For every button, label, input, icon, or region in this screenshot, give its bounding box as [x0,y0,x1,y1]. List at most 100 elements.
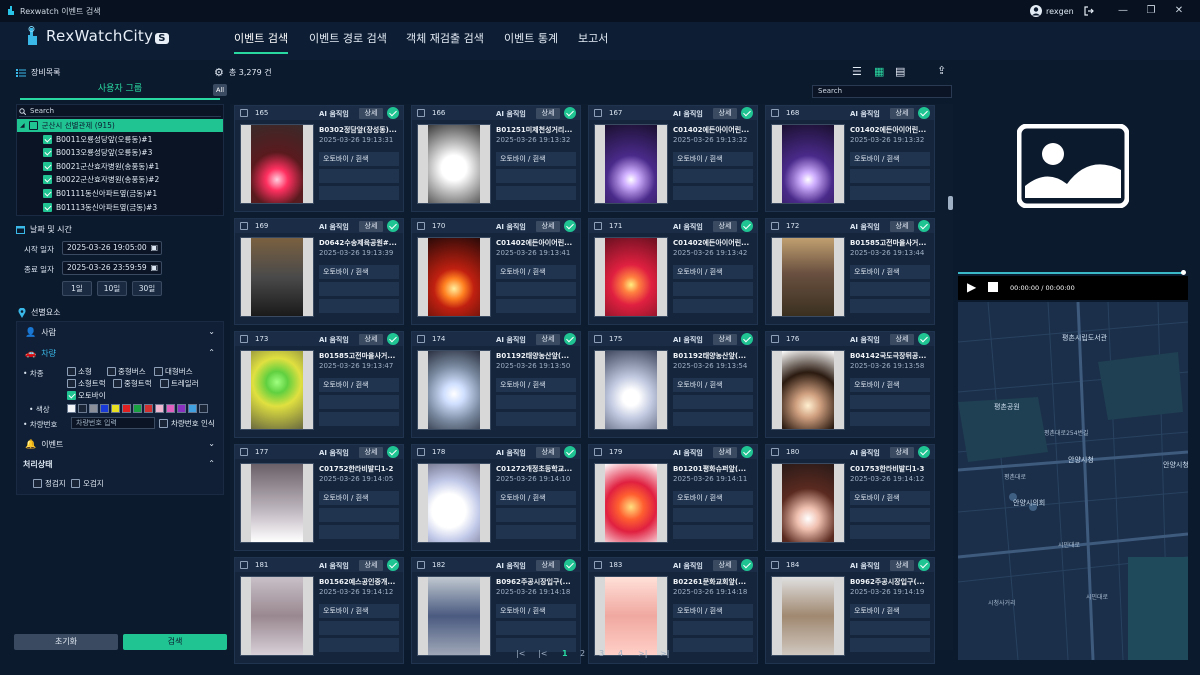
card-checkbox[interactable] [594,448,602,456]
tree-search[interactable]: Search [19,106,221,117]
card-thumbnail[interactable] [240,237,314,317]
card-thumbnail[interactable] [771,576,845,656]
card-thumbnail[interactable] [771,463,845,543]
grid-view-icon[interactable]: ▦ [874,65,884,78]
event-card[interactable]: 169 AI 움직임 상세 D0642수송제육공원#... 2025-03-26 19:… [234,218,404,325]
card-detail-button[interactable]: 상세 [536,221,560,232]
tree-item-checkbox[interactable] [43,189,52,198]
event-card[interactable]: 176 AI 움직임 상세 B04142국도극장뒤공... 2025-03-26 19:… [765,331,935,438]
card-checkbox[interactable] [771,448,779,456]
card-checkbox[interactable] [594,222,602,230]
card-detail-button[interactable]: 상세 [890,560,914,571]
card-detail-button[interactable]: 상세 [536,560,560,571]
tree-collapse-icon[interactable]: ◢ [20,122,25,129]
card-checkbox[interactable] [417,335,425,343]
card-thumbnail[interactable] [417,124,491,204]
card-thumbnail[interactable] [771,237,845,317]
calendar-picker-icon[interactable]: ▣ [150,262,158,274]
stop-icon[interactable] [988,282,998,292]
card-thumbnail[interactable] [240,576,314,656]
event-card[interactable]: 166 AI 움직임 상세 B01251미제천성거리... 2025-03-26 19:… [411,105,581,212]
prev-page-icon[interactable]: |< [538,649,547,658]
page-1[interactable]: 1 [562,649,568,658]
map-view[interactable]: 평촌시립도서관 평촌공원 평촌대로254번길 안양시청 안양시청 평촌대로 시민… [958,302,1188,660]
event-card[interactable]: 173 AI 움직임 상세 B01585고전마을사거... 2025-03-26 19:… [234,331,404,438]
card-checkbox[interactable] [240,222,248,230]
card-detail-button[interactable]: 상세 [359,108,383,119]
card-detail-button[interactable]: 상세 [359,334,383,345]
event-filter-row[interactable]: 🔔 이벤트 [25,439,63,450]
nav-report[interactable]: 보고서 [578,30,608,52]
vtype-checkbox[interactable] [160,379,169,388]
person-filter-row[interactable]: 👤 사람 [25,327,56,338]
card-checkbox[interactable] [240,561,248,569]
event-card[interactable]: 178 AI 움직임 상세 C01272개정초등학교... 2025-03-26 19:… [411,444,581,551]
color-swatch[interactable] [100,404,109,413]
card-thumbnail[interactable] [417,576,491,656]
card-checkbox[interactable] [240,109,248,117]
card-thumbnail[interactable] [594,237,668,317]
nav-event-path-search[interactable]: 이벤트 경로 검색 [309,30,387,52]
card-checkbox[interactable] [417,448,425,456]
color-swatch[interactable] [67,404,76,413]
card-detail-button[interactable]: 상세 [890,334,914,345]
reset-button[interactable]: 초기화 [14,634,118,650]
vtype-checkbox[interactable] [67,391,76,400]
card-checkbox[interactable] [771,222,779,230]
process-checkbox[interactable] [33,479,42,488]
card-checkbox[interactable] [594,561,602,569]
event-card[interactable]: 180 AI 움직임 상세 C01753한라비발디1-3 2025-03-26 19:1… [765,444,935,551]
plate-recog-option[interactable]: 차량번호 인식 [159,417,215,430]
tree-root-checkbox[interactable] [28,121,38,130]
card-detail-button[interactable]: 상세 [359,560,383,571]
card-thumbnail[interactable] [594,463,668,543]
event-card[interactable]: 171 AI 움직임 상세 C01402에든아이어린... 2025-03-26 19:… [588,218,758,325]
card-detail-button[interactable]: 상세 [713,221,737,232]
maximize-button[interactable]: ❐ [1144,4,1158,18]
color-swatch[interactable] [166,404,175,413]
nav-object-research[interactable]: 객체 재검출 검색 [406,30,484,52]
color-swatch[interactable] [199,404,208,413]
color-swatch[interactable] [89,404,98,413]
results-search-input[interactable]: Search [812,85,952,98]
card-thumbnail[interactable] [594,124,668,204]
tree-item[interactable]: B01113동신아파트옆(금동)#3 [43,201,157,214]
range-10day-button[interactable]: 10일 [97,281,127,296]
tree-item[interactable]: B0013오룡성당앞(오룡동)#3 [43,146,152,159]
card-checkbox[interactable] [771,561,779,569]
scrollbar-thumb[interactable] [948,196,953,210]
process-false-option[interactable]: 오검지 [71,477,104,490]
card-thumbnail[interactable] [240,350,314,430]
vtype-checkbox[interactable] [113,379,122,388]
card-detail-button[interactable]: 상세 [890,447,914,458]
all-button[interactable]: All [213,84,227,96]
card-checkbox[interactable] [417,109,425,117]
event-card[interactable]: 174 AI 움직임 상세 B01192태양농산앞(... 2025-03-26 19:… [411,331,581,438]
nav-event-statistics[interactable]: 이벤트 통계 [504,30,558,52]
event-card[interactable]: 182 AI 움직임 상세 B0962주공시장입구(... 2025-03-26 19:… [411,557,581,664]
tree-item-checkbox[interactable] [43,203,52,212]
chevron-up-icon[interactable]: ⌃ [208,459,215,468]
color-swatch[interactable] [177,404,186,413]
vtype-checkbox[interactable] [67,379,76,388]
card-detail-button[interactable]: 상세 [713,334,737,345]
event-card[interactable]: 170 AI 움직임 상세 C01402에든아이어린... 2025-03-26 19:… [411,218,581,325]
card-thumbnail[interactable] [594,576,668,656]
video-progress-bar[interactable] [958,270,1186,275]
event-card[interactable]: 167 AI 움직임 상세 C01402에든아이어린... 2025-03-26 19:… [588,105,758,212]
plate-input[interactable]: 차량번호 입력 [71,417,155,429]
page-4[interactable]: 4 [618,649,623,658]
card-checkbox[interactable] [240,448,248,456]
minimize-button[interactable]: — [1116,4,1130,18]
calendar-picker-icon[interactable]: ▣ [150,242,158,254]
card-thumbnail[interactable] [417,237,491,317]
tree-item-checkbox[interactable] [43,162,52,171]
card-thumbnail[interactable] [771,350,845,430]
event-card[interactable]: 175 AI 움직임 상세 B01192태양농산앞(... 2025-03-26 19:… [588,331,758,438]
card-checkbox[interactable] [771,335,779,343]
card-thumbnail[interactable] [594,350,668,430]
card-thumbnail[interactable] [771,124,845,204]
card-thumbnail[interactable] [417,463,491,543]
card-detail-button[interactable]: 상세 [713,560,737,571]
card-thumbnail[interactable] [240,124,314,204]
